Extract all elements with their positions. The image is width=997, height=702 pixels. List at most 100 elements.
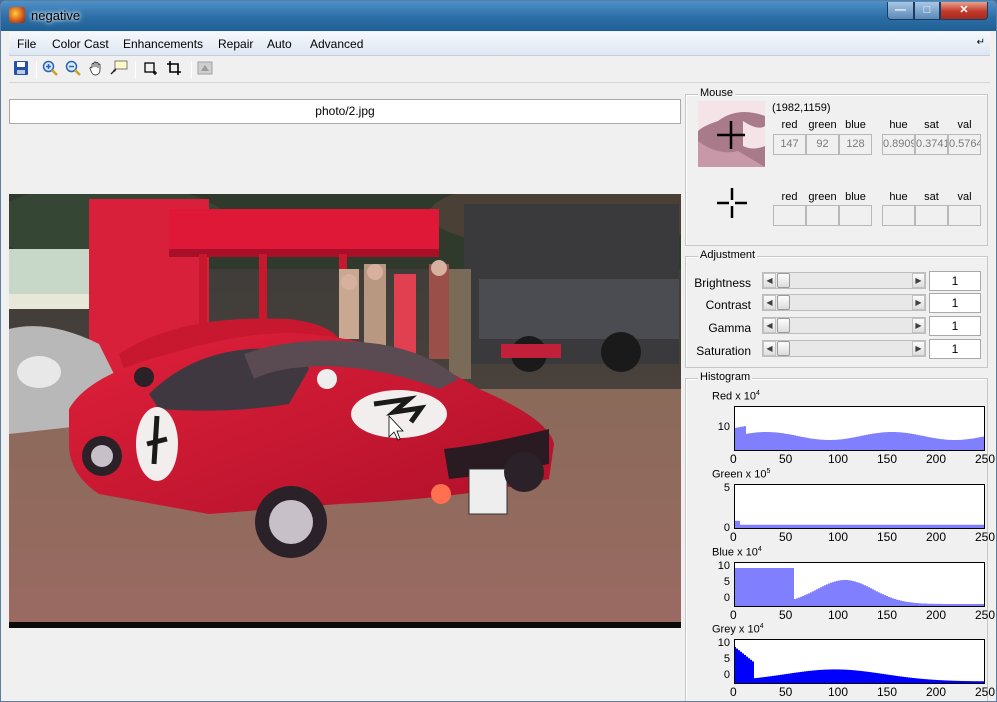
histogram-xtick: 250 xyxy=(975,685,996,699)
filename-display: photo/2.jpg xyxy=(9,99,681,124)
brightness-label: Brightness xyxy=(694,276,751,290)
header-sat-2: sat xyxy=(924,191,939,203)
histogram-xtick: 200 xyxy=(926,530,947,544)
histogram-panel: Histogram Red x 104 10 0 50 100 150 200 250 Gree… xyxy=(685,371,995,701)
histogram-ytick: 5 xyxy=(723,482,730,494)
ref-sat-value xyxy=(915,205,948,226)
header-hue: hue xyxy=(889,119,908,131)
close-button[interactable]: ✕ xyxy=(940,2,988,20)
histogram-label-grey: Grey x 104 xyxy=(712,623,764,636)
mouse-sat-value: 0.3741 xyxy=(915,134,948,155)
histogram-xtick: 200 xyxy=(926,608,947,622)
gamma-value[interactable]: 1 xyxy=(929,316,981,336)
image-canvas[interactable] xyxy=(9,194,681,628)
mouse-coords: (1982,1159) xyxy=(772,102,831,114)
menu-repair[interactable]: Repair xyxy=(218,37,253,51)
histogram-xtick: 150 xyxy=(877,608,898,622)
mouse-green-value: 92 xyxy=(806,134,839,155)
slider-thumb[interactable] xyxy=(777,341,790,356)
slider-right-arrow-icon[interactable]: ▶ xyxy=(912,341,925,356)
negative-photo xyxy=(9,194,681,628)
menu-auto[interactable]: Auto xyxy=(267,37,292,51)
histogram-xtick: 100 xyxy=(828,608,849,622)
save-icon[interactable] xyxy=(11,60,31,80)
histogram-xtick: 150 xyxy=(877,530,898,544)
header-red-2: red xyxy=(781,191,798,203)
slider-thumb[interactable] xyxy=(777,318,790,333)
header-green: green xyxy=(808,119,837,131)
slider-left-arrow-icon[interactable]: ◀ xyxy=(763,295,776,310)
menu-bar: File Color Cast Enhancements Repair Auto… xyxy=(9,32,990,56)
matlab-logo-icon xyxy=(9,7,25,23)
histogram-xtick: 100 xyxy=(828,452,849,466)
slider-thumb[interactable] xyxy=(777,273,790,288)
histogram-xtick: 50 xyxy=(779,452,793,466)
title-bar[interactable]: negative — □ ✕ xyxy=(1,1,996,31)
adjustment-panel-title: Adjustment xyxy=(698,249,758,261)
header-hue-2: hue xyxy=(889,191,908,203)
header-blue-2: blue xyxy=(845,191,866,203)
maximize-button[interactable]: □ xyxy=(914,2,940,20)
mouse-panel: Mouse (1982,1159) red green blue hue sat… xyxy=(685,87,988,246)
brightness-slider[interactable]: ◀ ▶ xyxy=(762,272,926,289)
histogram-xtick: 100 xyxy=(828,530,849,544)
zoom-out-icon[interactable] xyxy=(63,60,83,80)
contrast-slider[interactable]: ◀ ▶ xyxy=(762,294,926,311)
menu-color-cast[interactable]: Color Cast xyxy=(52,37,109,51)
histogram-xtick: 0 xyxy=(730,530,737,544)
histogram-xtick: 250 xyxy=(975,530,996,544)
menu-advanced[interactable]: Advanced xyxy=(310,37,363,51)
header-green-2: green xyxy=(808,191,837,203)
crop-icon[interactable] xyxy=(164,60,184,80)
data-cursor-icon[interactable] xyxy=(109,60,129,80)
histogram-ytick: 10 xyxy=(717,560,730,572)
histogram-ytick: 10 xyxy=(717,637,730,649)
brightness-value[interactable]: 1 xyxy=(929,271,981,291)
mouse-blue-value: 128 xyxy=(839,134,872,155)
ref-blue-value xyxy=(839,205,872,226)
slider-thumb[interactable] xyxy=(777,295,790,310)
disabled-tool-icon xyxy=(195,60,215,80)
minimize-button[interactable]: — xyxy=(887,2,914,20)
histogram-xtick: 50 xyxy=(779,685,793,699)
histogram-plot-red xyxy=(734,406,985,451)
slider-right-arrow-icon[interactable]: ▶ xyxy=(912,318,925,333)
header-val-2: val xyxy=(957,191,972,203)
histogram-ytick: 10 xyxy=(717,421,730,433)
histogram-xtick: 200 xyxy=(926,452,947,466)
saturation-slider[interactable]: ◀ ▶ xyxy=(762,340,926,357)
zoom-in-icon[interactable] xyxy=(40,60,60,80)
histogram-xtick: 200 xyxy=(926,685,947,699)
gamma-slider[interactable]: ◀ ▶ xyxy=(762,317,926,334)
slider-left-arrow-icon[interactable]: ◀ xyxy=(763,273,776,288)
slider-left-arrow-icon[interactable]: ◀ xyxy=(763,318,776,333)
header-red: red xyxy=(781,119,798,131)
histogram-label-red: Red x 104 xyxy=(712,390,760,403)
select-rect-icon[interactable] xyxy=(141,60,161,80)
slider-right-arrow-icon[interactable]: ▶ xyxy=(912,273,925,288)
slider-right-arrow-icon[interactable]: ▶ xyxy=(912,295,925,310)
histogram-xtick: 50 xyxy=(779,608,793,622)
contrast-value[interactable]: 1 xyxy=(929,293,981,313)
header-val: val xyxy=(957,119,972,131)
mouse-red-value: 147 xyxy=(773,134,806,155)
histogram-xtick: 150 xyxy=(877,685,898,699)
histogram-ytick: 0 xyxy=(723,669,730,681)
mouse-hue-value: 0.8909 xyxy=(882,134,915,155)
menu-file[interactable]: File xyxy=(17,37,36,51)
mouse-zoom-preview xyxy=(698,101,765,167)
histogram-plot-grey xyxy=(734,639,985,684)
header-sat: sat xyxy=(924,119,939,131)
toolbar xyxy=(9,57,990,83)
saturation-value[interactable]: 1 xyxy=(929,339,981,359)
histogram-label-blue: Blue x 104 xyxy=(712,546,762,559)
slider-left-arrow-icon[interactable]: ◀ xyxy=(763,341,776,356)
histogram-xtick: 0 xyxy=(730,608,737,622)
menu-dock-arrow-icon[interactable]: ↵ xyxy=(977,37,985,48)
menu-enhancements[interactable]: Enhancements xyxy=(123,37,203,51)
histogram-ytick: 0 xyxy=(723,522,730,534)
pan-hand-icon[interactable] xyxy=(86,60,106,80)
histogram-plot-green xyxy=(734,484,985,529)
ref-red-value xyxy=(773,205,806,226)
histogram-ytick: 0 xyxy=(723,592,730,604)
